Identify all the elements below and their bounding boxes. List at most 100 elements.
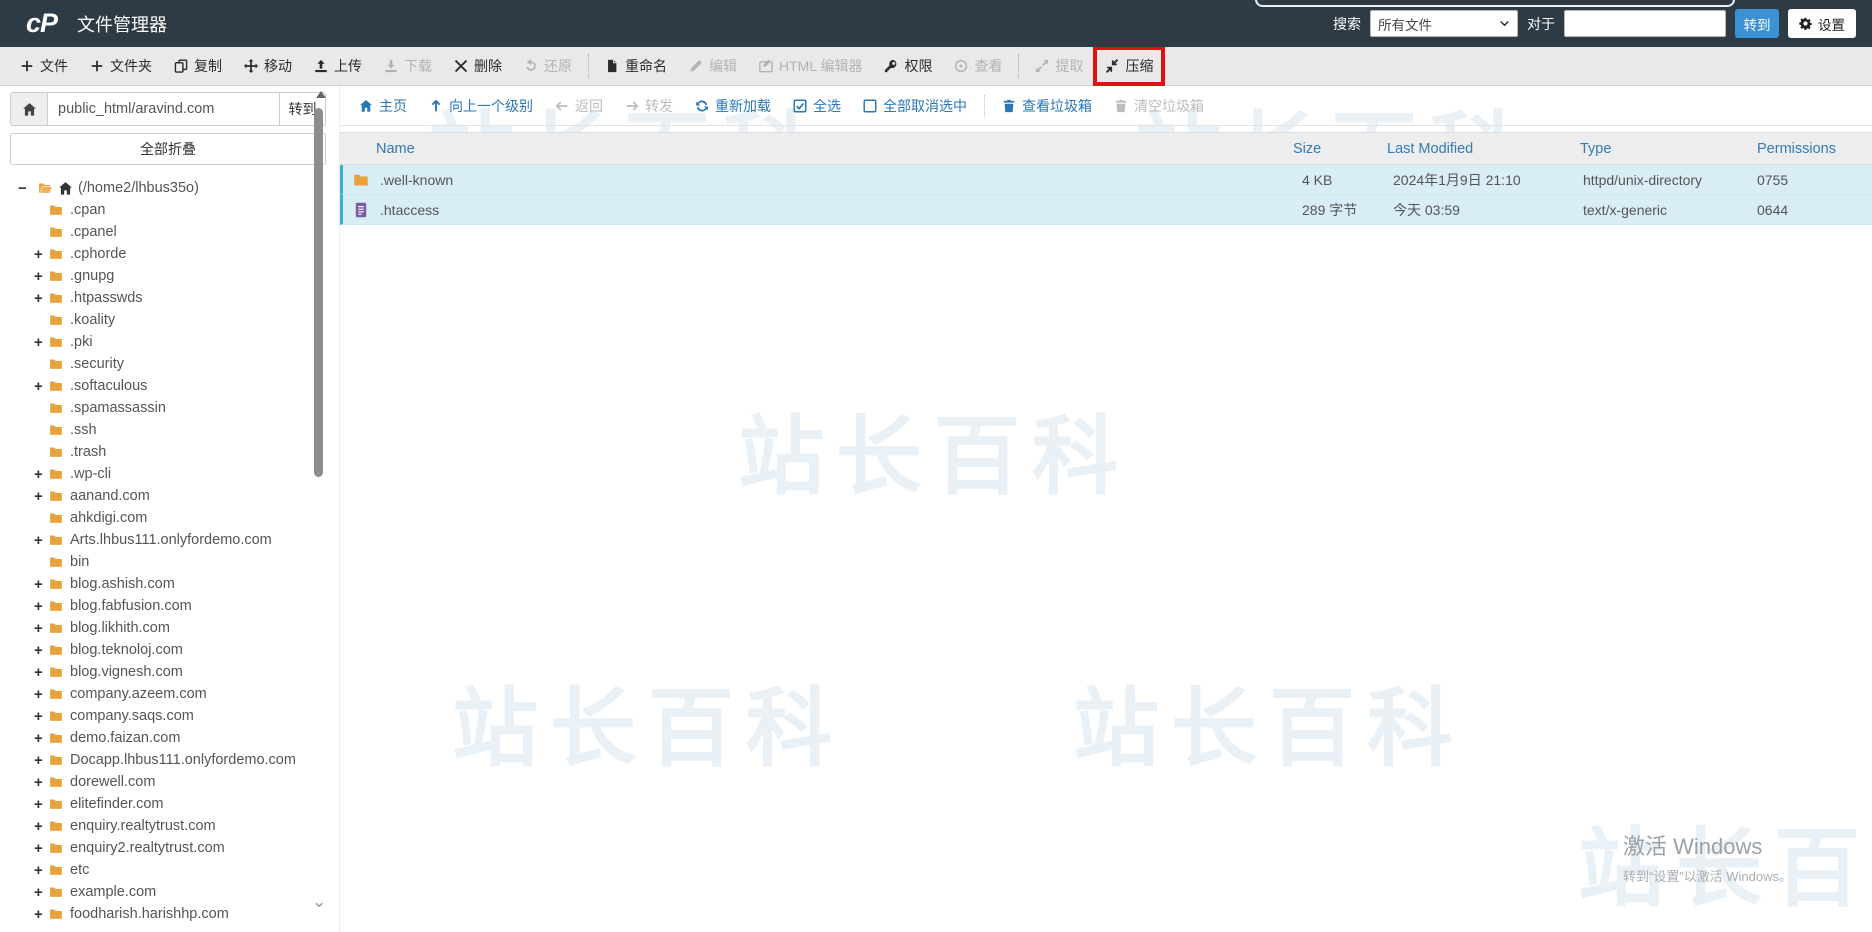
expand-icon[interactable]: + <box>34 246 48 263</box>
tree-item[interactable]: + company.saqs.com <box>10 705 326 727</box>
nav-button[interactable]: 全部取消选中 <box>852 96 978 116</box>
toolbar-button[interactable]: 重命名 <box>594 47 678 85</box>
collapse-expander[interactable]: − <box>18 180 32 197</box>
tree-item[interactable]: + company.azeem.com <box>10 683 326 705</box>
expand-icon[interactable]: + <box>34 796 48 813</box>
tree-item[interactable]: + blog.ashish.com <box>10 573 326 595</box>
tree-item[interactable]: + enquiry.realtytrust.com <box>10 815 326 837</box>
tree-item[interactable]: + .cphorde <box>10 243 326 265</box>
toolbar-button[interactable]: 上传 <box>303 47 373 85</box>
expand-icon[interactable]: + <box>34 488 48 505</box>
column-header-last-modified[interactable]: Last Modified <box>1387 141 1580 157</box>
expand-icon[interactable]: + <box>34 532 48 549</box>
settings-button[interactable]: 设置 <box>1788 9 1856 38</box>
tree-item[interactable]: .trash <box>10 441 326 463</box>
expand-icon[interactable]: + <box>34 378 48 395</box>
tree-item[interactable]: .cpan <box>10 199 326 221</box>
toolbar-button[interactable]: 权限 <box>873 47 943 85</box>
toolbar-button[interactable]: 删除 <box>443 47 513 85</box>
tree-item[interactable]: + demo.faizan.com <box>10 727 326 749</box>
tree-item[interactable]: + Arts.lhbus111.onlyfordemo.com <box>10 529 326 551</box>
nav-button[interactable]: 清空垃圾箱 <box>1103 96 1215 116</box>
nav-button[interactable]: 返回 <box>544 96 614 116</box>
tree-item[interactable]: + enquiry2.realtytrust.com <box>10 837 326 859</box>
tree-item[interactable]: + Docapp.lhbus111.onlyfordemo.com <box>10 749 326 771</box>
tree-item[interactable]: .spamassassin <box>10 397 326 419</box>
nav-button[interactable]: 主页 <box>348 96 418 116</box>
tree-item[interactable]: + aanand.com <box>10 485 326 507</box>
toolbar-button[interactable]: 文件 <box>9 47 79 85</box>
toolbar-button[interactable]: 文件夹 <box>79 47 163 85</box>
toolbar-button[interactable]: 复制 <box>163 47 233 85</box>
toolbar-button[interactable]: 下载 <box>373 47 443 85</box>
nav-button[interactable]: 查看垃圾箱 <box>991 96 1103 116</box>
tree-item[interactable]: + etc <box>10 859 326 881</box>
toolbar-button[interactable]: 查看 <box>943 47 1013 85</box>
column-header-size[interactable]: Size <box>1293 141 1387 157</box>
search-go-button[interactable]: 转到 <box>1735 9 1779 38</box>
expand-icon[interactable]: + <box>34 840 48 857</box>
tree-item[interactable]: .koality <box>10 309 326 331</box>
tree-item[interactable]: + .pki <box>10 331 326 353</box>
collapse-all-button[interactable]: 全部折叠 <box>10 133 326 165</box>
tree-item[interactable]: + blog.likhith.com <box>10 617 326 639</box>
toolbar-button[interactable]: 移动 <box>233 47 303 85</box>
expand-icon[interactable]: + <box>34 686 48 703</box>
toolbar-button[interactable]: HTML 编辑器 <box>748 47 873 85</box>
expand-icon[interactable]: + <box>34 708 48 725</box>
tree-item[interactable]: .security <box>10 353 326 375</box>
table-row[interactable]: .htaccess 289 字节 今天 03:59 text/x-generic… <box>340 195 1872 225</box>
tree-item[interactable]: + .gnupg <box>10 265 326 287</box>
toolbar-button[interactable]: 压缩 <box>1093 46 1166 86</box>
expand-icon[interactable]: + <box>34 664 48 681</box>
column-header-name[interactable]: Name <box>340 141 1293 157</box>
toolbar-button[interactable]: 还原 <box>513 47 583 85</box>
tree-root-item[interactable]: − (/home2/lhbus35o) <box>10 177 326 199</box>
expand-icon[interactable]: + <box>34 818 48 835</box>
expand-icon[interactable]: + <box>34 576 48 593</box>
tree-item[interactable]: + blog.fabfusion.com <box>10 595 326 617</box>
tree-item[interactable]: + .softaculous <box>10 375 326 397</box>
tree-item[interactable]: .ssh <box>10 419 326 441</box>
expand-icon[interactable]: + <box>34 642 48 659</box>
toolbar-button[interactable]: 编辑 <box>678 47 748 85</box>
sidebar-scrollbar-thumb[interactable] <box>314 108 323 477</box>
home-button[interactable] <box>10 92 48 126</box>
sidebar-scroll-up-arrow[interactable] <box>316 91 326 98</box>
expand-icon[interactable]: + <box>34 268 48 285</box>
tree-item[interactable]: bin <box>10 551 326 573</box>
search-scope-select[interactable]: 所有文件 <box>1370 10 1518 37</box>
expand-icon[interactable]: + <box>34 334 48 351</box>
tree-item[interactable]: + blog.teknoloj.com <box>10 639 326 661</box>
sidebar-scroll-down-arrow[interactable]: ⌄ <box>312 892 326 912</box>
expand-icon[interactable]: + <box>34 774 48 791</box>
table-row[interactable]: .well-known 4 KB 2024年1月9日 21:10 httpd/u… <box>340 165 1872 195</box>
column-header-permissions[interactable]: Permissions <box>1757 141 1872 157</box>
tree-item[interactable]: + example.com <box>10 881 326 903</box>
nav-button[interactable]: 转发 <box>614 96 684 116</box>
tree-item[interactable]: + dorewell.com <box>10 771 326 793</box>
tree-item[interactable]: + elitefinder.com <box>10 793 326 815</box>
nav-button[interactable]: 全选 <box>782 96 852 116</box>
tree-item[interactable]: .cpanel <box>10 221 326 243</box>
expand-icon[interactable]: + <box>34 466 48 483</box>
expand-icon[interactable]: + <box>34 906 48 923</box>
expand-icon[interactable]: + <box>34 884 48 901</box>
nav-button[interactable]: 重新加载 <box>684 96 782 116</box>
expand-icon[interactable]: + <box>34 598 48 615</box>
path-input[interactable] <box>48 92 280 126</box>
search-input[interactable] <box>1564 10 1726 37</box>
column-header-type[interactable]: Type <box>1580 141 1757 157</box>
expand-icon[interactable]: + <box>34 752 48 769</box>
tree-item[interactable]: + foodharish.harishhp.com <box>10 903 326 925</box>
expand-icon[interactable]: + <box>34 730 48 747</box>
expand-icon[interactable]: + <box>34 862 48 879</box>
nav-button[interactable]: 向上一个级别 <box>418 96 544 116</box>
expand-icon[interactable]: + <box>34 620 48 637</box>
tree-item[interactable]: + .htpasswds <box>10 287 326 309</box>
tree-item[interactable]: + blog.vignesh.com <box>10 661 326 683</box>
expand-icon[interactable]: + <box>34 290 48 307</box>
tree-item[interactable]: + .wp-cli <box>10 463 326 485</box>
toolbar-button[interactable]: 提取 <box>1024 47 1094 85</box>
tree-item[interactable]: ahkdigi.com <box>10 507 326 529</box>
